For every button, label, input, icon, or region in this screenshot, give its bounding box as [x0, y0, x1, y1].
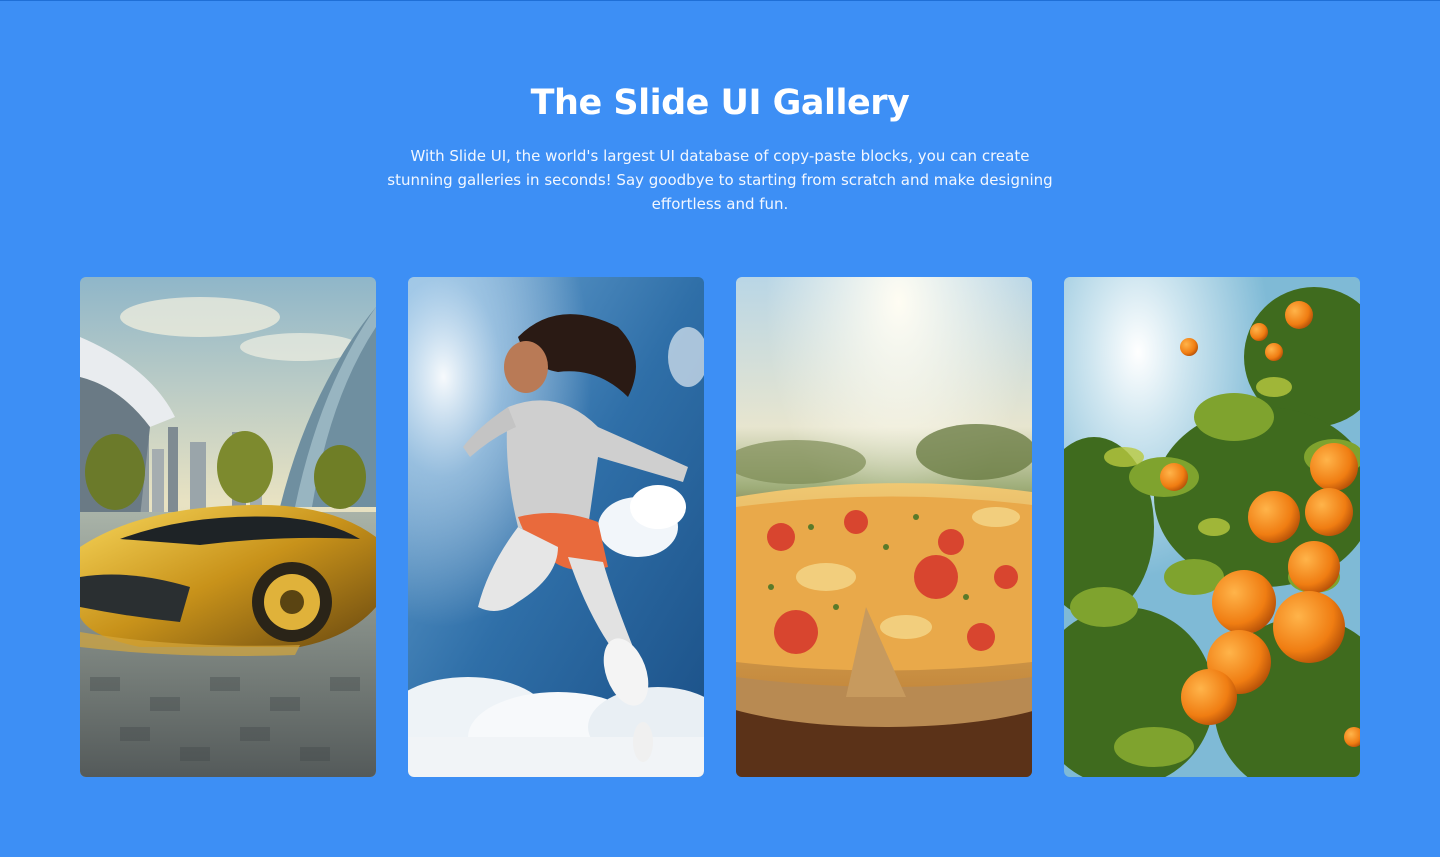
page-title: The Slide UI Gallery [530, 83, 910, 123]
image-gallery [80, 277, 1360, 777]
top-border [0, 0, 1440, 1]
gallery-image-runner[interactable] [408, 277, 704, 777]
gallery-header: The Slide UI Gallery With Slide UI, the … [0, 80, 1440, 216]
runner-image [408, 277, 704, 777]
car-image [80, 277, 376, 777]
gallery-image-oranges[interactable] [1064, 277, 1360, 777]
page-description: With Slide UI, the world's largest UI da… [387, 147, 1053, 213]
gallery-image-pizza[interactable] [736, 277, 1032, 777]
pizza-image [736, 277, 1032, 777]
oranges-image [1064, 277, 1360, 777]
gallery-image-car[interactable] [80, 277, 376, 777]
